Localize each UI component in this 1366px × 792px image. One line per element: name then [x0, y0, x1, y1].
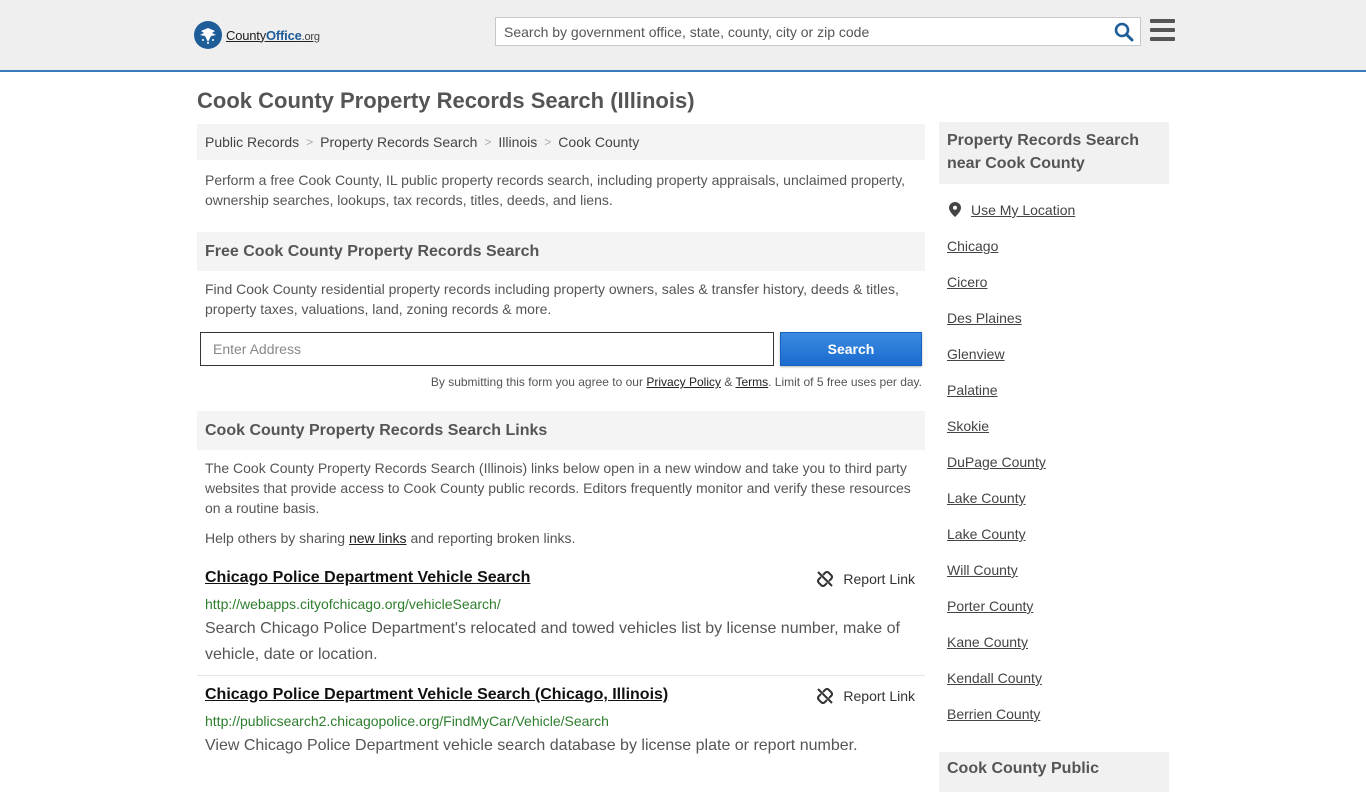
- sidebar-place-link[interactable]: Berrien County: [947, 704, 1075, 740]
- page-title: Cook County Property Records Search (Ill…: [197, 88, 695, 113]
- free-search-description: Find Cook County residential property re…: [205, 281, 899, 317]
- link-description: Search Chicago Police Department's reloc…: [205, 620, 900, 663]
- address-search-button[interactable]: Search: [780, 332, 922, 366]
- breadcrumb-separator: >: [484, 135, 492, 149]
- link-url[interactable]: http://webapps.cityofchicago.org/vehicle…: [205, 596, 501, 612]
- sidebar-place-link[interactable]: Will County: [947, 560, 1075, 596]
- sidebar-place-link[interactable]: Kendall County: [947, 668, 1075, 704]
- sidebar-footer-heading: Cook County Public: [939, 752, 1169, 792]
- sidebar-place-link[interactable]: Porter County: [947, 596, 1075, 632]
- intro-text: Perform a free Cook County, IL public pr…: [205, 172, 906, 208]
- link-title[interactable]: Chicago Police Department Vehicle Search…: [205, 686, 668, 704]
- search-icon[interactable]: [1114, 22, 1134, 42]
- use-my-location-link[interactable]: Use My Location: [947, 200, 1075, 236]
- sidebar-place-link[interactable]: Kane County: [947, 632, 1075, 668]
- map-pin-icon: [949, 202, 961, 217]
- link-title[interactable]: Chicago Police Department Vehicle Search: [205, 569, 530, 587]
- sidebar-place-link[interactable]: Glenview: [947, 344, 1075, 380]
- breadcrumb-cook-county[interactable]: Cook County: [558, 134, 639, 150]
- new-links-link[interactable]: new links: [349, 530, 407, 546]
- breadcrumb-public-records[interactable]: Public Records: [205, 134, 299, 150]
- broken-link-icon: [817, 571, 834, 587]
- form-disclaimer: By submitting this form you agree to our…: [430, 375, 922, 389]
- sidebar-place-link[interactable]: Lake County: [947, 524, 1075, 560]
- sidebar-place-link[interactable]: Des Plaines: [947, 308, 1075, 344]
- sidebar-place-link[interactable]: Cicero: [947, 272, 1075, 308]
- site-header: CountyOffice.org: [0, 0, 1366, 72]
- site-logo[interactable]: CountyOffice.org: [194, 20, 320, 50]
- site-search: [495, 17, 1141, 46]
- report-link-button[interactable]: Report Link: [817, 571, 915, 587]
- links-section-heading: Cook County Property Records Search Link…: [197, 411, 925, 450]
- links-section-description: The Cook County Property Records Search …: [205, 460, 911, 516]
- sidebar-place-link[interactable]: DuPage County: [947, 452, 1075, 488]
- sidebar-place-link[interactable]: Skokie: [947, 416, 1075, 452]
- divider: [197, 675, 925, 676]
- breadcrumb-separator: >: [544, 135, 552, 149]
- site-search-input[interactable]: [496, 18, 1096, 45]
- sidebar-place-link[interactable]: Chicago: [947, 236, 1075, 272]
- terms-link[interactable]: Terms: [735, 375, 768, 389]
- breadcrumb: Public Records > Property Records Search…: [197, 124, 925, 160]
- sidebar-heading: Property Records Search near Cook County: [939, 122, 1169, 184]
- sidebar-place-link[interactable]: Palatine: [947, 380, 1075, 416]
- link-description: View Chicago Police Department vehicle s…: [205, 737, 858, 754]
- breadcrumb-separator: >: [306, 135, 314, 149]
- broken-link-icon: [817, 688, 834, 704]
- sidebar-list: Use My Location Chicago Cicero Des Plain…: [947, 200, 1075, 740]
- address-input[interactable]: [200, 332, 774, 366]
- help-text: Help others by sharing new links and rep…: [205, 530, 576, 546]
- sidebar-place-link[interactable]: Lake County: [947, 488, 1075, 524]
- privacy-policy-link[interactable]: Privacy Policy: [646, 375, 721, 389]
- report-link-button[interactable]: Report Link: [817, 688, 915, 704]
- logo-text: CountyOffice.org: [226, 27, 320, 43]
- breadcrumb-illinois[interactable]: Illinois: [498, 134, 537, 150]
- hamburger-menu-icon[interactable]: [1150, 19, 1175, 41]
- link-url[interactable]: http://publicsearch2.chicagopolice.org/F…: [205, 713, 609, 729]
- breadcrumb-property-records-search[interactable]: Property Records Search: [320, 134, 477, 150]
- free-search-heading: Free Cook County Property Records Search: [197, 232, 925, 271]
- eagle-icon: [194, 21, 222, 49]
